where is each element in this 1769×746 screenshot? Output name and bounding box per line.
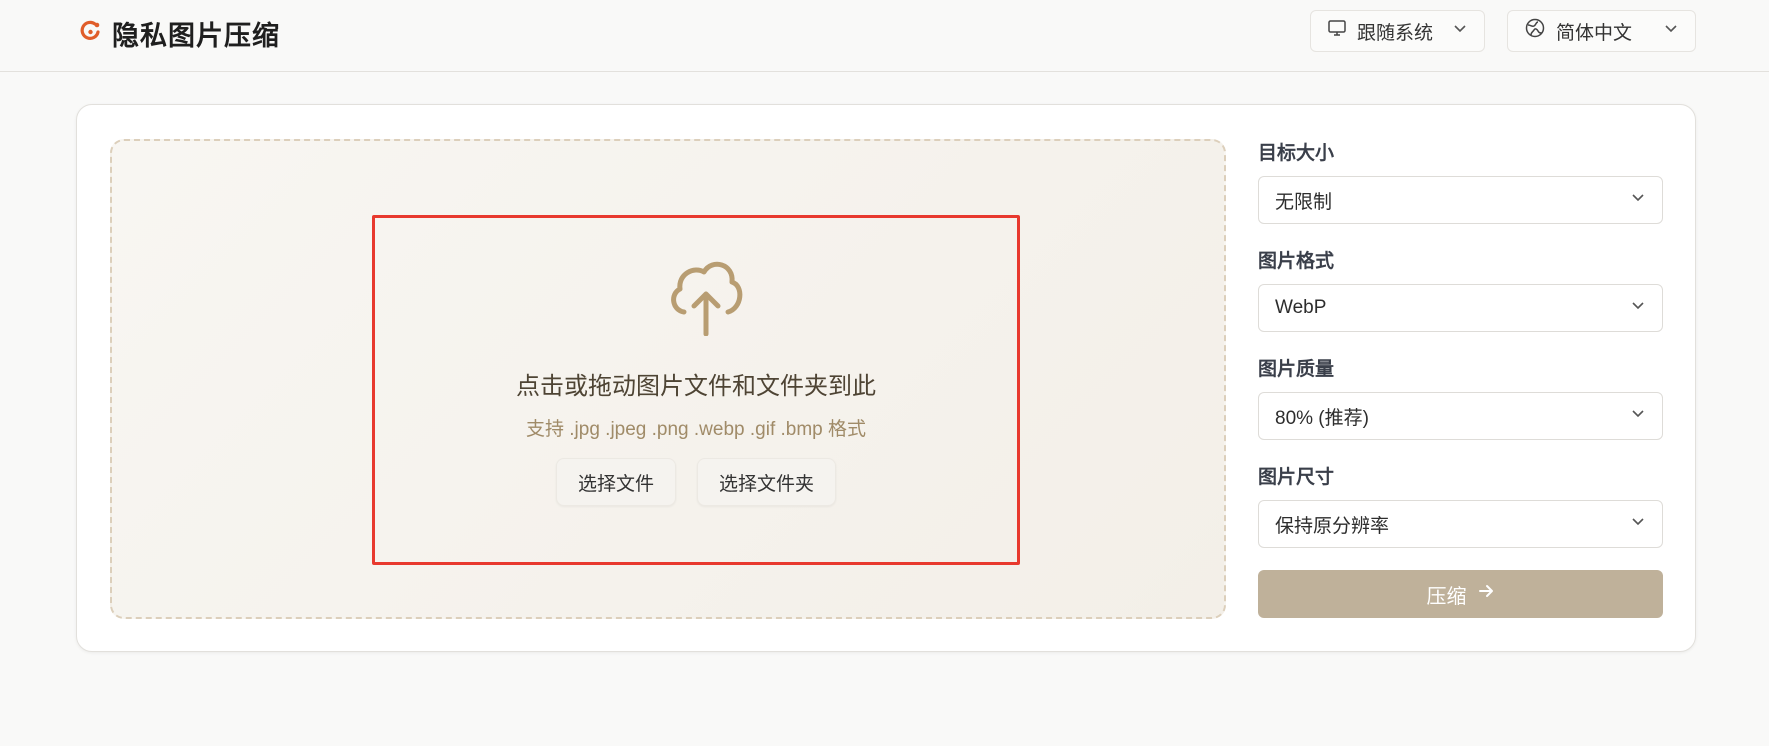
dimensions-label: 图片尺寸 xyxy=(1258,467,1335,488)
monitor-icon xyxy=(1327,18,1347,44)
quality-value: 80% (推荐) xyxy=(1275,407,1369,429)
theme-label: 跟随系统 xyxy=(1357,22,1434,44)
format-label: 图片格式 xyxy=(1258,251,1335,272)
chevron-down-icon xyxy=(1663,20,1679,42)
logo-icon xyxy=(80,20,102,47)
format-select[interactable]: WebP xyxy=(1258,284,1663,332)
language-selector[interactable]: 简体中文 xyxy=(1507,10,1696,52)
dropzone-buttons: 选择文件 选择文件夹 xyxy=(375,458,1017,506)
dimensions-value: 保持原分辨率 xyxy=(1275,515,1390,537)
language-label: 简体中文 xyxy=(1556,22,1633,44)
brand: 隐私图片压缩 xyxy=(80,14,280,53)
chevron-down-icon xyxy=(1452,20,1468,42)
dropzone-title: 点击或拖动图片文件和文件夹到此 xyxy=(516,373,876,400)
upload-target-area[interactable]: 点击或拖动图片文件和文件夹到此 支持 .jpg .jpeg .png .webp… xyxy=(372,215,1020,565)
upload-dropzone[interactable]: 点击或拖动图片文件和文件夹到此 支持 .jpg .jpeg .png .webp… xyxy=(110,139,1226,619)
dropzone-supported-formats: 支持 .jpg .jpeg .png .webp .gif .bmp 格式 xyxy=(525,419,867,440)
dimensions-select[interactable]: 保持原分辨率 xyxy=(1258,500,1663,548)
chevron-down-icon xyxy=(1630,189,1646,211)
chevron-down-icon xyxy=(1630,513,1646,535)
main-card: 点击或拖动图片文件和文件夹到此 支持 .jpg .jpeg .png .webp… xyxy=(76,104,1696,652)
compress-button[interactable]: 压缩 xyxy=(1258,570,1663,618)
target-size-select[interactable]: 无限制 xyxy=(1258,176,1663,224)
app-title: 隐私图片压缩 xyxy=(112,21,280,51)
top-header: 隐私图片压缩 跟随系统 简体中文 xyxy=(0,0,1769,72)
select-file-button[interactable]: 选择文件 xyxy=(555,458,676,506)
quality-label: 图片质量 xyxy=(1258,359,1335,380)
quality-select[interactable]: 80% (推荐) xyxy=(1258,392,1663,440)
cloud-upload-icon xyxy=(668,256,744,341)
theme-selector[interactable]: 跟随系统 xyxy=(1310,10,1485,52)
chevron-down-icon xyxy=(1630,405,1646,427)
globe-icon xyxy=(1524,17,1546,45)
select-folder-button[interactable]: 选择文件夹 xyxy=(697,458,837,506)
chevron-down-icon xyxy=(1630,297,1646,319)
target-size-label: 目标大小 xyxy=(1258,143,1335,164)
format-value: WebP xyxy=(1275,297,1327,318)
target-size-value: 无限制 xyxy=(1275,191,1333,213)
arrow-right-icon xyxy=(1477,582,1495,606)
compress-label: 压缩 xyxy=(1426,585,1467,608)
